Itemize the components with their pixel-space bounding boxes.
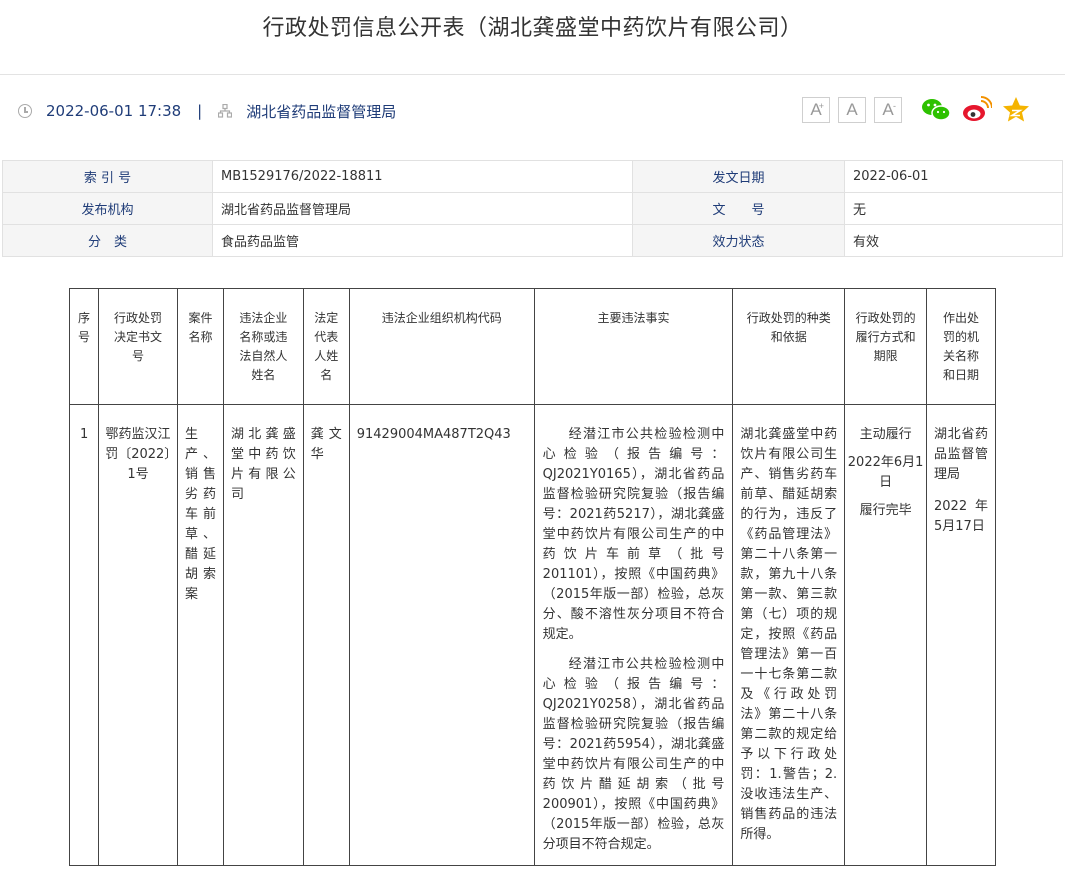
docno-value: 无 (844, 192, 1063, 225)
organization-icon (218, 104, 233, 118)
case-name: 生产、销售劣药车前草、醋延胡索案 (176, 404, 224, 866)
status-value: 有效 (844, 224, 1063, 257)
font-increase-button[interactable]: A + (802, 97, 830, 123)
header-org-code: 违法企业组织机构代码 (348, 288, 535, 405)
info-row: 分 类 食品药品监管 效力状态 有效 (2, 224, 1063, 257)
weibo-icon[interactable] (960, 94, 993, 126)
decision-date: 2022年5月17日 (934, 499, 988, 534)
row-no: 1 (68, 404, 100, 866)
docno-label: 文 号 (632, 192, 845, 225)
page-title: 行政处罚信息公开表（湖北龚盛堂中药饮片有限公司） (262, 16, 803, 41)
index-value: MB1529176/2022-18811 (212, 160, 633, 193)
font-decrease-sup: - (893, 101, 896, 111)
date-label: 发文日期 (632, 160, 845, 193)
info-row: 发布机构 湖北省药品监督管理局 文 号 无 (2, 192, 1063, 225)
font-reset-button[interactable]: A (838, 97, 866, 123)
category-label: 分 类 (2, 224, 213, 257)
header-company: 违法企业名称或违法自然人姓名 (222, 288, 304, 405)
fulfil-mode: 主动履行 (859, 427, 912, 442)
table-row: 1 鄂药监汉江罚〔2022〕1号 生产、销售劣药车前草、醋延胡索案 湖北龚盛堂中… (68, 404, 996, 866)
violation-fact-1: 经潜江市公共检验检测中心检验（报告编号：QJ2021Y0165），湖北省药品监督… (542, 427, 725, 642)
publish-datetime: 2022-06-01 17:38 (46, 102, 182, 120)
authority-name: 湖北省药品监督管理局 (934, 427, 988, 482)
index-label: 索 引 号 (2, 160, 213, 193)
org-label: 发布机构 (2, 192, 213, 225)
font-increase-sup: + (818, 101, 824, 111)
header-penalty-basis: 行政处罚的种类和依据 (732, 288, 846, 405)
publisher-name: 湖北省药品监督管理局 (246, 102, 397, 121)
fulfil-date: 2022年6月1日 (847, 455, 924, 490)
category-value: 食品药品监管 (212, 224, 633, 257)
org-code: 91429004MA487T2Q43 (348, 404, 535, 866)
header-legal-rep: 法定代表人姓名 (302, 288, 350, 405)
header-facts: 主要违法事实 (533, 288, 734, 405)
penalty-header-row: 序号 行政处罚决定书文号 案件名称 违法企业名称或违法自然人姓名 法定代表人姓名… (68, 288, 996, 405)
header-authority: 作出处罚的机关名称和日期 (926, 288, 996, 405)
decision-doc-no: 鄂药监汉江罚〔2022〕1号 (98, 404, 178, 866)
font-decrease-button[interactable]: A- (874, 97, 902, 123)
title-divider (0, 74, 1065, 75)
font-reset-label: A (846, 100, 858, 119)
org-value: 湖北省药品监督管理局 (212, 192, 633, 225)
meta-separator: | (197, 102, 203, 120)
toolbar: A + A A- (802, 94, 1032, 126)
header-case-name: 案件名称 (176, 288, 224, 405)
penalty-basis: 湖北龚盛堂中药饮片有限公司生产、销售劣药车前草、醋延胡索的行为，违反了《药品管理… (732, 404, 846, 866)
fulfilment: 主动履行 2022年6月1日 履行完毕 (844, 404, 928, 866)
header-fulfilment: 行政处罚的履行方式和期限 (844, 288, 928, 405)
date-value: 2022-06-01 (844, 160, 1063, 193)
wechat-icon[interactable] (920, 94, 952, 126)
penalty-table: 序号 行政处罚决定书文号 案件名称 违法企业名称或违法自然人姓名 法定代表人姓名… (68, 288, 996, 866)
header-no: 序号 (68, 288, 100, 405)
company-name: 湖北龚盛堂中药饮片有限公司 (222, 404, 304, 866)
legal-representative: 龚文华 (302, 404, 350, 866)
status-label: 效力状态 (632, 224, 845, 257)
meta-bar: 2022-06-01 17:38 | 湖北省药品监督管理局 (18, 96, 396, 126)
document-info-table: 索 引 号 MB1529176/2022-18811 发文日期 2022-06-… (2, 160, 1063, 257)
info-row: 索 引 号 MB1529176/2022-18811 发文日期 2022-06-… (2, 160, 1063, 193)
favorite-star-icon[interactable] (1000, 94, 1032, 126)
clock-icon (18, 104, 32, 118)
header-doc-no: 行政处罚决定书文号 (98, 288, 178, 405)
fulfil-status: 履行完毕 (859, 503, 912, 518)
violation-facts: 经潜江市公共检验检测中心检验（报告编号：QJ2021Y0165），湖北省药品监督… (533, 404, 734, 866)
authority-and-date: 湖北省药品监督管理局 2022年5月17日 (926, 404, 996, 866)
violation-fact-2: 经潜江市公共检验检测中心检验（报告编号：QJ2021Y0258），湖北省药品监督… (542, 657, 725, 852)
font-decrease-label: A (882, 100, 894, 119)
